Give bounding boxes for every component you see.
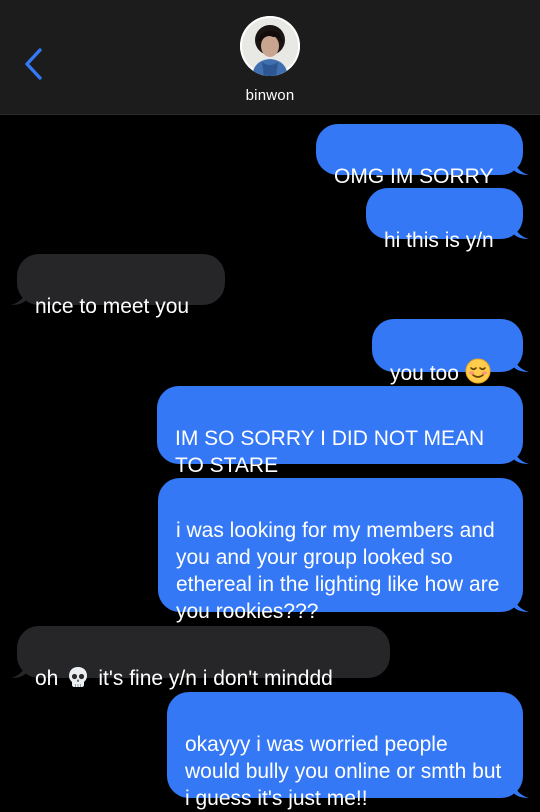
sent-message[interactable]: i was looking for my members and you and…: [158, 478, 529, 623]
bubble-tail-icon: [513, 157, 529, 175]
avatar-image: [240, 16, 300, 76]
message-text: i was looking for my members and you and…: [176, 519, 500, 623]
received-message[interactable]: nice to meet you: [11, 254, 225, 318]
skull-emoji-icon: [66, 665, 90, 696]
bubble-tail-icon: [513, 780, 529, 798]
bubble-tail-icon: [11, 660, 27, 678]
message-text: IM SO SORRY I DID NOT MEAN TO STARE: [175, 427, 485, 477]
message-text: you too: [390, 362, 459, 385]
message-text: nice to meet you: [35, 295, 190, 318]
bubble-tail-icon: [513, 354, 529, 372]
bubble-tail-icon: [11, 287, 27, 305]
sent-message[interactable]: you too: [372, 319, 529, 385]
chevron-left-icon: [25, 48, 42, 80]
sent-message[interactable]: okayyy i was worried people would bully …: [167, 692, 529, 810]
sent-message[interactable]: IM SO SORRY I DID NOT MEAN TO STARE: [157, 386, 529, 477]
sent-message[interactable]: hi this is y/n: [366, 188, 529, 252]
message-text: hi this is y/n: [384, 229, 494, 252]
bubble-tail-icon: [513, 594, 529, 612]
message-thread[interactable]: OMG IM SORRY hi this is y/n nice to meet…: [0, 114, 540, 810]
message-text: okayyy i was worried people would bully …: [185, 733, 502, 810]
sent-message[interactable]: OMG IM SORRY: [316, 124, 529, 188]
message-text: OMG IM SORRY: [334, 165, 494, 188]
bubble-tail-icon: [513, 221, 529, 239]
received-message[interactable]: oh it's fine y/n i don't minddd: [11, 626, 390, 690]
avatar[interactable]: [240, 16, 300, 76]
back-button[interactable]: [18, 44, 52, 84]
message-text: it's fine y/n i don't minddd: [98, 667, 333, 690]
message-text: oh: [35, 667, 59, 690]
contact-name[interactable]: binwon: [0, 87, 540, 104]
bubble-tail-icon: [513, 446, 529, 464]
chat-header: binwon: [0, 0, 540, 115]
